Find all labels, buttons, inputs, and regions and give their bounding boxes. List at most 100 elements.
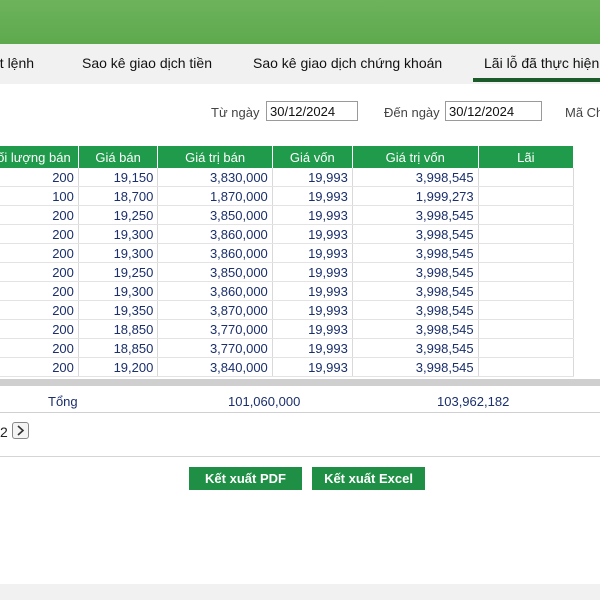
header-profit[interactable]: Lãi bbox=[478, 146, 575, 168]
table-cell: 3,860,000 bbox=[157, 243, 273, 263]
table-cell: 19,250 bbox=[78, 262, 159, 282]
stock-code-label: Mã Ch bbox=[565, 105, 600, 120]
table-cell: 18,850 bbox=[78, 338, 159, 358]
table-cell bbox=[478, 224, 575, 244]
table-cell bbox=[478, 168, 575, 187]
export-excel-button[interactable]: Kết xuất Excel bbox=[312, 467, 425, 490]
table-cell: 3,770,000 bbox=[157, 319, 273, 339]
totals-sell-value: 101,060,000 bbox=[228, 394, 301, 409]
table-cell: 3,770,000 bbox=[157, 338, 273, 358]
header-cost-value[interactable]: Giá trị vốn bbox=[352, 146, 479, 168]
active-tab-indicator bbox=[473, 78, 600, 82]
totals-label: Tổng bbox=[48, 394, 78, 409]
table-cell: 200 bbox=[0, 168, 79, 187]
table-cell: 3,860,000 bbox=[157, 224, 273, 244]
table-row[interactable]: 100 18,700 1,870,000 19,993 1,999,273 bbox=[0, 186, 575, 206]
table-row[interactable]: 200 19,350 3,870,000 19,993 3,998,545 bbox=[0, 300, 575, 320]
footer-bar bbox=[0, 584, 600, 600]
table-cell: 3,998,545 bbox=[352, 168, 479, 187]
from-date-label: Từ ngày bbox=[211, 105, 260, 120]
table-cell bbox=[478, 357, 575, 377]
table-cell: 19,250 bbox=[78, 205, 159, 225]
tab-securities-statement[interactable]: Sao kê giao dịch chứng khoán bbox=[253, 55, 442, 71]
table-cell: 19,993 bbox=[272, 243, 353, 263]
table-row[interactable]: 200 18,850 3,770,000 19,993 3,998,545 bbox=[0, 338, 575, 358]
table-cell: 1,870,000 bbox=[157, 186, 273, 206]
table-cell: 3,830,000 bbox=[157, 168, 273, 187]
table-cell: 3,998,545 bbox=[352, 357, 479, 377]
header-sell-value[interactable]: Giá trị bán bbox=[157, 146, 273, 168]
table-row[interactable]: 200 19,150 3,830,000 19,993 3,998,545 bbox=[0, 168, 575, 187]
table-row[interactable]: 200 19,200 3,840,000 19,993 3,998,545 bbox=[0, 357, 575, 377]
table-row[interactable]: 200 19,250 3,850,000 19,993 3,998,545 bbox=[0, 205, 575, 225]
table-cell bbox=[478, 205, 575, 225]
table-cell: 19,150 bbox=[78, 168, 159, 187]
table-cell: 100 bbox=[0, 186, 79, 206]
table-cell: 200 bbox=[0, 319, 79, 339]
table-cell: 18,700 bbox=[78, 186, 159, 206]
table-cell: 3,860,000 bbox=[157, 281, 273, 301]
table-cell: 19,993 bbox=[272, 281, 353, 301]
table-cell: 3,998,545 bbox=[352, 319, 479, 339]
table-cell bbox=[478, 186, 575, 206]
table-cell: 200 bbox=[0, 338, 79, 358]
table-cell: 19,350 bbox=[78, 300, 159, 320]
table-cell: 200 bbox=[0, 243, 79, 263]
totals-cost-value: 103,962,182 bbox=[437, 394, 510, 409]
table-cell: 200 bbox=[0, 281, 79, 301]
table-cell: 19,993 bbox=[272, 262, 353, 282]
table-cell: 19,993 bbox=[272, 168, 353, 187]
table-row[interactable]: 200 19,300 3,860,000 19,993 3,998,545 bbox=[0, 243, 575, 263]
to-date-input[interactable] bbox=[445, 101, 542, 121]
table-cell: 200 bbox=[0, 300, 79, 320]
table-cell bbox=[478, 319, 575, 339]
table-cell: 3,850,000 bbox=[157, 205, 273, 225]
tab-realized-profit-loss[interactable]: Lãi lỗ đã thực hiện bbox=[484, 55, 599, 71]
page-number[interactable]: 2 bbox=[0, 424, 8, 440]
table-cell: 200 bbox=[0, 262, 79, 282]
table-scrollbar[interactable] bbox=[0, 379, 600, 386]
table-cell: 19,300 bbox=[78, 281, 159, 301]
table-cell: 200 bbox=[0, 224, 79, 244]
table-cell: 3,850,000 bbox=[157, 262, 273, 282]
to-date-label: Đến ngày bbox=[384, 105, 440, 120]
table-cell: 200 bbox=[0, 205, 79, 225]
table-cell bbox=[478, 262, 575, 282]
table-cell: 3,998,545 bbox=[352, 205, 479, 225]
table-cell: 19,200 bbox=[78, 357, 159, 377]
divider bbox=[0, 456, 600, 457]
table-row[interactable]: 200 18,850 3,770,000 19,993 3,998,545 bbox=[0, 319, 575, 339]
table-cell: 1,999,273 bbox=[352, 186, 479, 206]
table-cell: 19,993 bbox=[272, 338, 353, 358]
header-cost-price[interactable]: Giá vốn bbox=[272, 146, 353, 168]
next-page-button[interactable] bbox=[12, 422, 29, 439]
table-cell: 19,993 bbox=[272, 205, 353, 225]
tab-cash-statement[interactable]: Sao kê giao dịch tiền bbox=[82, 55, 212, 71]
top-header-bar bbox=[0, 0, 600, 44]
table-cell bbox=[478, 300, 575, 320]
table-row[interactable]: 200 19,300 3,860,000 19,993 3,998,545 bbox=[0, 224, 575, 244]
from-date-input[interactable] bbox=[266, 101, 358, 121]
table-cell: 3,998,545 bbox=[352, 262, 479, 282]
table-cell: 3,998,545 bbox=[352, 243, 479, 263]
table-cell: 3,870,000 bbox=[157, 300, 273, 320]
table-row[interactable]: 200 19,300 3,860,000 19,993 3,998,545 bbox=[0, 281, 575, 301]
table-cell: 3,998,545 bbox=[352, 281, 479, 301]
table-cell bbox=[478, 281, 575, 301]
chevron-right-icon bbox=[17, 425, 25, 436]
table-cell: 18,850 bbox=[78, 319, 159, 339]
table-cell bbox=[478, 338, 575, 358]
totals-row: Tổng 101,060,000 103,962,182 bbox=[0, 392, 600, 413]
filter-bar: Từ ngày Đến ngày Mã Ch bbox=[0, 98, 600, 128]
table-cell: 19,993 bbox=[272, 300, 353, 320]
table-row[interactable]: 200 19,250 3,850,000 19,993 3,998,545 bbox=[0, 262, 575, 282]
tab-place-order[interactable]: ặt lệnh bbox=[0, 55, 34, 71]
table-cell: 19,993 bbox=[272, 319, 353, 339]
header-sell-price[interactable]: Giá bán bbox=[78, 146, 159, 168]
realized-pl-table: Khối lượng bán Giá bán Giá trị bán Giá v… bbox=[0, 146, 575, 377]
header-sell-volume[interactable]: Khối lượng bán bbox=[0, 146, 79, 168]
table-cell: 19,993 bbox=[272, 186, 353, 206]
table-cell: 19,300 bbox=[78, 243, 159, 263]
export-pdf-button[interactable]: Kết xuất PDF bbox=[189, 467, 302, 490]
table-cell: 19,300 bbox=[78, 224, 159, 244]
